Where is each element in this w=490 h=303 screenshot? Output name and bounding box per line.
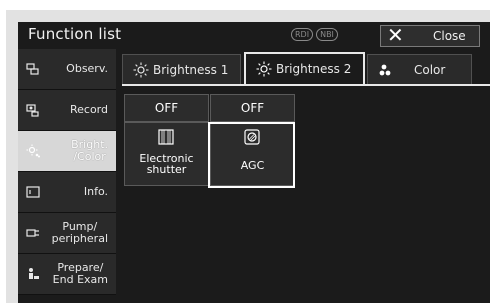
close-icon: ✕ (387, 23, 404, 47)
sidebar-item-bright-color[interactable]: Bright. /Color (18, 131, 116, 172)
sidebar: Observ. Record Bright. /Color Info. Pump… (18, 49, 116, 303)
nbi-badge: NBI (316, 28, 338, 41)
rdi-badge: RDI (291, 28, 314, 41)
sidebar-item-label: Record (69, 103, 108, 116)
sidebar-item-pump[interactable]: Pump/ peripheral (18, 213, 116, 254)
electronic-shutter-state-button[interactable]: OFF (124, 94, 209, 122)
tab-label: Brightness 2 (276, 62, 352, 76)
sidebar-item-label: Observ. (66, 62, 108, 75)
close-label: Close (433, 29, 466, 43)
title-bar: Function list RDI NBI ✕ Close (18, 22, 490, 47)
sidebar-item-prepare[interactable]: Prepare/ End Exam (18, 254, 116, 295)
prepare-icon (29, 268, 39, 279)
sun-icon (133, 62, 149, 78)
tab-brightness-2[interactable]: Brightness 2 (244, 52, 365, 86)
agc-state-button[interactable]: OFF (210, 94, 295, 122)
sidebar-item-label: Prepare/ End Exam (52, 261, 108, 286)
tab-bar: Brightness 1 Brightness 2 Color (122, 52, 490, 86)
tab-underline (122, 84, 490, 86)
electronic-shutter-button[interactable]: Electronic shutter (124, 122, 209, 186)
tab-label: Brightness 1 (153, 63, 229, 77)
sidebar-item-info[interactable]: Info. (18, 172, 116, 213)
mode-badges: RDI NBI (291, 28, 338, 41)
electronic-shutter-label: Electronic shutter (139, 152, 194, 176)
sun-icon (256, 61, 272, 77)
agc-button[interactable]: AGC (210, 122, 295, 186)
sidebar-item-label: Info. (83, 185, 108, 198)
sidebar-item-label: Bright. /Color (71, 138, 108, 163)
sidebar-item-label: Pump/ peripheral (51, 220, 108, 245)
pump-icon (26, 229, 39, 237)
info-icon (26, 186, 40, 198)
tab-label: Color (414, 63, 446, 77)
function-list-screen: Function list RDI NBI ✕ Close Observ. Re… (18, 22, 490, 303)
tab-color[interactable]: Color (367, 54, 472, 85)
tab-brightness-1[interactable]: Brightness 1 (122, 54, 241, 85)
close-button[interactable]: ✕ Close (380, 23, 480, 47)
color-dots-icon (379, 64, 391, 76)
agc-icon (244, 129, 260, 145)
record-icon (26, 104, 39, 117)
sidebar-item-observ[interactable]: Observ. (18, 49, 116, 90)
window-title: Function list (28, 25, 122, 43)
sidebar-item-record[interactable]: Record (18, 90, 116, 131)
shutter-icon (158, 129, 174, 145)
agc-label: AGC (240, 159, 265, 172)
brightness-icon (26, 144, 40, 158)
observ-icon (26, 63, 39, 75)
